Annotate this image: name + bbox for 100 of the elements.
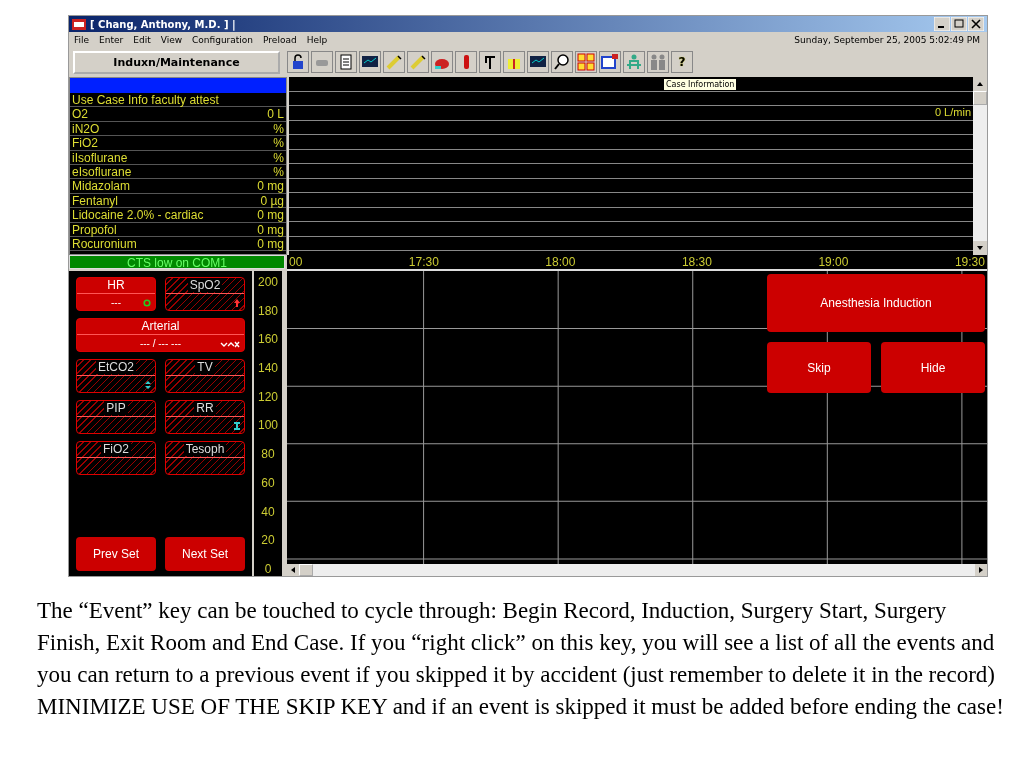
drug-name[interactable]: Rocuronium	[72, 236, 137, 251]
vital-tile[interactable]: FiO2	[76, 441, 156, 475]
ring-icon	[143, 299, 151, 307]
drug-value: 0 µg	[260, 193, 284, 208]
scroll-right-icon[interactable]	[975, 564, 987, 576]
trend-value: 0 L/min	[934, 106, 972, 120]
time-label: 18:30	[681, 255, 712, 269]
scroll-down-icon[interactable]	[973, 241, 987, 255]
maximize-icon[interactable]	[951, 17, 967, 31]
axis-label: 20	[261, 533, 275, 548]
vital-label: Tesoph	[183, 442, 227, 456]
tooltip: Case Information	[663, 78, 738, 91]
axis-label: 80	[261, 447, 275, 462]
menu-item[interactable]: Edit	[133, 34, 151, 45]
arrow-icon	[234, 299, 240, 307]
vital-label: SpO2	[187, 278, 223, 292]
grid-icon[interactable]	[575, 51, 597, 73]
scroll-left-icon[interactable]	[287, 564, 299, 576]
axis-label: 180	[258, 303, 278, 318]
window-title: [ Chang, Anthony, M.D. ] |	[90, 18, 236, 30]
document-icon[interactable]	[335, 51, 357, 73]
menu-item[interactable]: Help	[306, 34, 328, 45]
time-label: 19:30	[954, 255, 985, 269]
vital-tile[interactable]: TV	[165, 359, 245, 393]
magnifier-icon[interactable]	[551, 51, 573, 73]
axis-label: 100	[258, 418, 278, 433]
drug-value: 0 mg	[257, 179, 284, 193]
chevrons-icon	[220, 341, 240, 348]
menu-item[interactable]: Preload	[263, 34, 297, 45]
drug-name[interactable]: eIsoflurane	[72, 164, 132, 179]
event-button[interactable]: Hide	[881, 342, 985, 393]
drug-name[interactable]: Propofol	[72, 222, 117, 236]
i-beam-icon	[234, 422, 240, 430]
drug-value: 0 mg	[257, 222, 284, 236]
monitor-icon[interactable]	[527, 51, 549, 73]
vital-tile[interactable]: SpO2	[165, 277, 245, 311]
vital-tile[interactable]: RR	[165, 400, 245, 434]
caption-paragraph: The “Event” key can be touched to cycle through: Begin Record, Induction, Surgery Start, Surgery Finish, Exit Room and End Case. If you “right click” on this key, you will see a list of all the events and you can return to a previous event if you skipped it by accident (just remember to delete it in the record) MINIMIZE USE OF THE SKIP KEY and if an event is skipped it must be added before ending the case!	[37, 597, 1005, 721]
axis-label: 60	[261, 475, 275, 490]
drug-name[interactable]: FiO2	[72, 136, 98, 150]
vital-value: --- / --- ---	[139, 337, 182, 349]
vital-label: PIP	[104, 401, 128, 415]
vital-label: FiO2	[101, 442, 131, 456]
set-button[interactable]: Prev Set	[76, 537, 156, 571]
date-time: Sunday, September 25, 2005 5:02:49 PM	[794, 34, 980, 45]
drug-name[interactable]: Fentanyl	[72, 193, 119, 208]
lock-icon[interactable]	[287, 51, 309, 73]
minimize-icon[interactable]	[934, 17, 950, 31]
vital-tile[interactable]: PIP	[76, 400, 156, 434]
event-button[interactable]: Skip	[767, 342, 871, 393]
drug-value: %	[273, 150, 284, 164]
vital-label: HR	[107, 278, 125, 292]
axis-label: 200	[258, 275, 278, 289]
vertical-scrollbar[interactable]	[973, 77, 987, 255]
vital-tile[interactable]: Arterial --- / --- ---	[76, 318, 245, 352]
drug-name[interactable]: Lidocaine 2.0% - cardiac	[72, 208, 204, 222]
drug-value: 0 mg	[257, 208, 284, 222]
scroll-up-icon[interactable]	[973, 77, 987, 91]
vital-label: RR	[194, 401, 216, 415]
app-icon	[72, 18, 86, 30]
close-icon[interactable]	[968, 17, 984, 31]
time-label: 19:00	[818, 255, 849, 269]
gift-icon[interactable]	[503, 51, 525, 73]
vital-tile[interactable]: Tesoph	[165, 441, 245, 475]
drug-name[interactable]: O2	[72, 107, 88, 121]
vital-value: ---	[111, 296, 121, 308]
mode-button[interactable]: Induxn/Maintenance	[73, 50, 280, 74]
horizontal-scrollbar[interactable]	[287, 564, 987, 576]
event-button[interactable]: Anesthesia Induction	[767, 274, 985, 332]
menu-item[interactable]: Configuration	[192, 34, 254, 45]
time-label: 00	[289, 255, 303, 269]
menu-item[interactable]: Enter	[99, 34, 124, 45]
scroll-thumb[interactable]	[973, 91, 987, 105]
syringe-icon[interactable]	[407, 51, 429, 73]
up-down-icon	[145, 381, 151, 389]
scroll-thumb[interactable]	[299, 564, 313, 576]
vital-label: EtCO2	[96, 360, 136, 374]
menu-item[interactable]: File	[74, 34, 90, 45]
window-icon[interactable]	[599, 51, 621, 73]
axis-label: 40	[261, 504, 275, 519]
drug-name[interactable]: iIsoflurane	[72, 150, 128, 164]
vital-label: TV	[195, 360, 215, 374]
drug-value: 0 L	[267, 107, 284, 121]
drug-name[interactable]: Midazolam	[72, 179, 131, 193]
vital-tile[interactable]: HR ---	[76, 277, 156, 311]
vital-tile[interactable]: EtCO2	[76, 359, 156, 393]
drug-name[interactable]: iN2O	[72, 121, 100, 136]
menu-item[interactable]: View	[160, 34, 183, 45]
drug-name[interactable]: Use Case Info faculty attest	[72, 93, 219, 107]
drug-value: %	[273, 164, 284, 179]
drug-value: %	[273, 136, 284, 150]
vital-label: Arterial	[141, 319, 180, 333]
tube-icon[interactable]	[455, 51, 477, 73]
set-button[interactable]: Next Set	[165, 537, 245, 571]
axis-label: 140	[258, 361, 278, 376]
monitor-icon[interactable]	[359, 51, 381, 73]
time-label: 18:00	[545, 255, 576, 269]
help-button[interactable]: ?	[671, 51, 693, 73]
axis-label: 160	[258, 332, 278, 347]
people-icon[interactable]	[647, 51, 669, 73]
